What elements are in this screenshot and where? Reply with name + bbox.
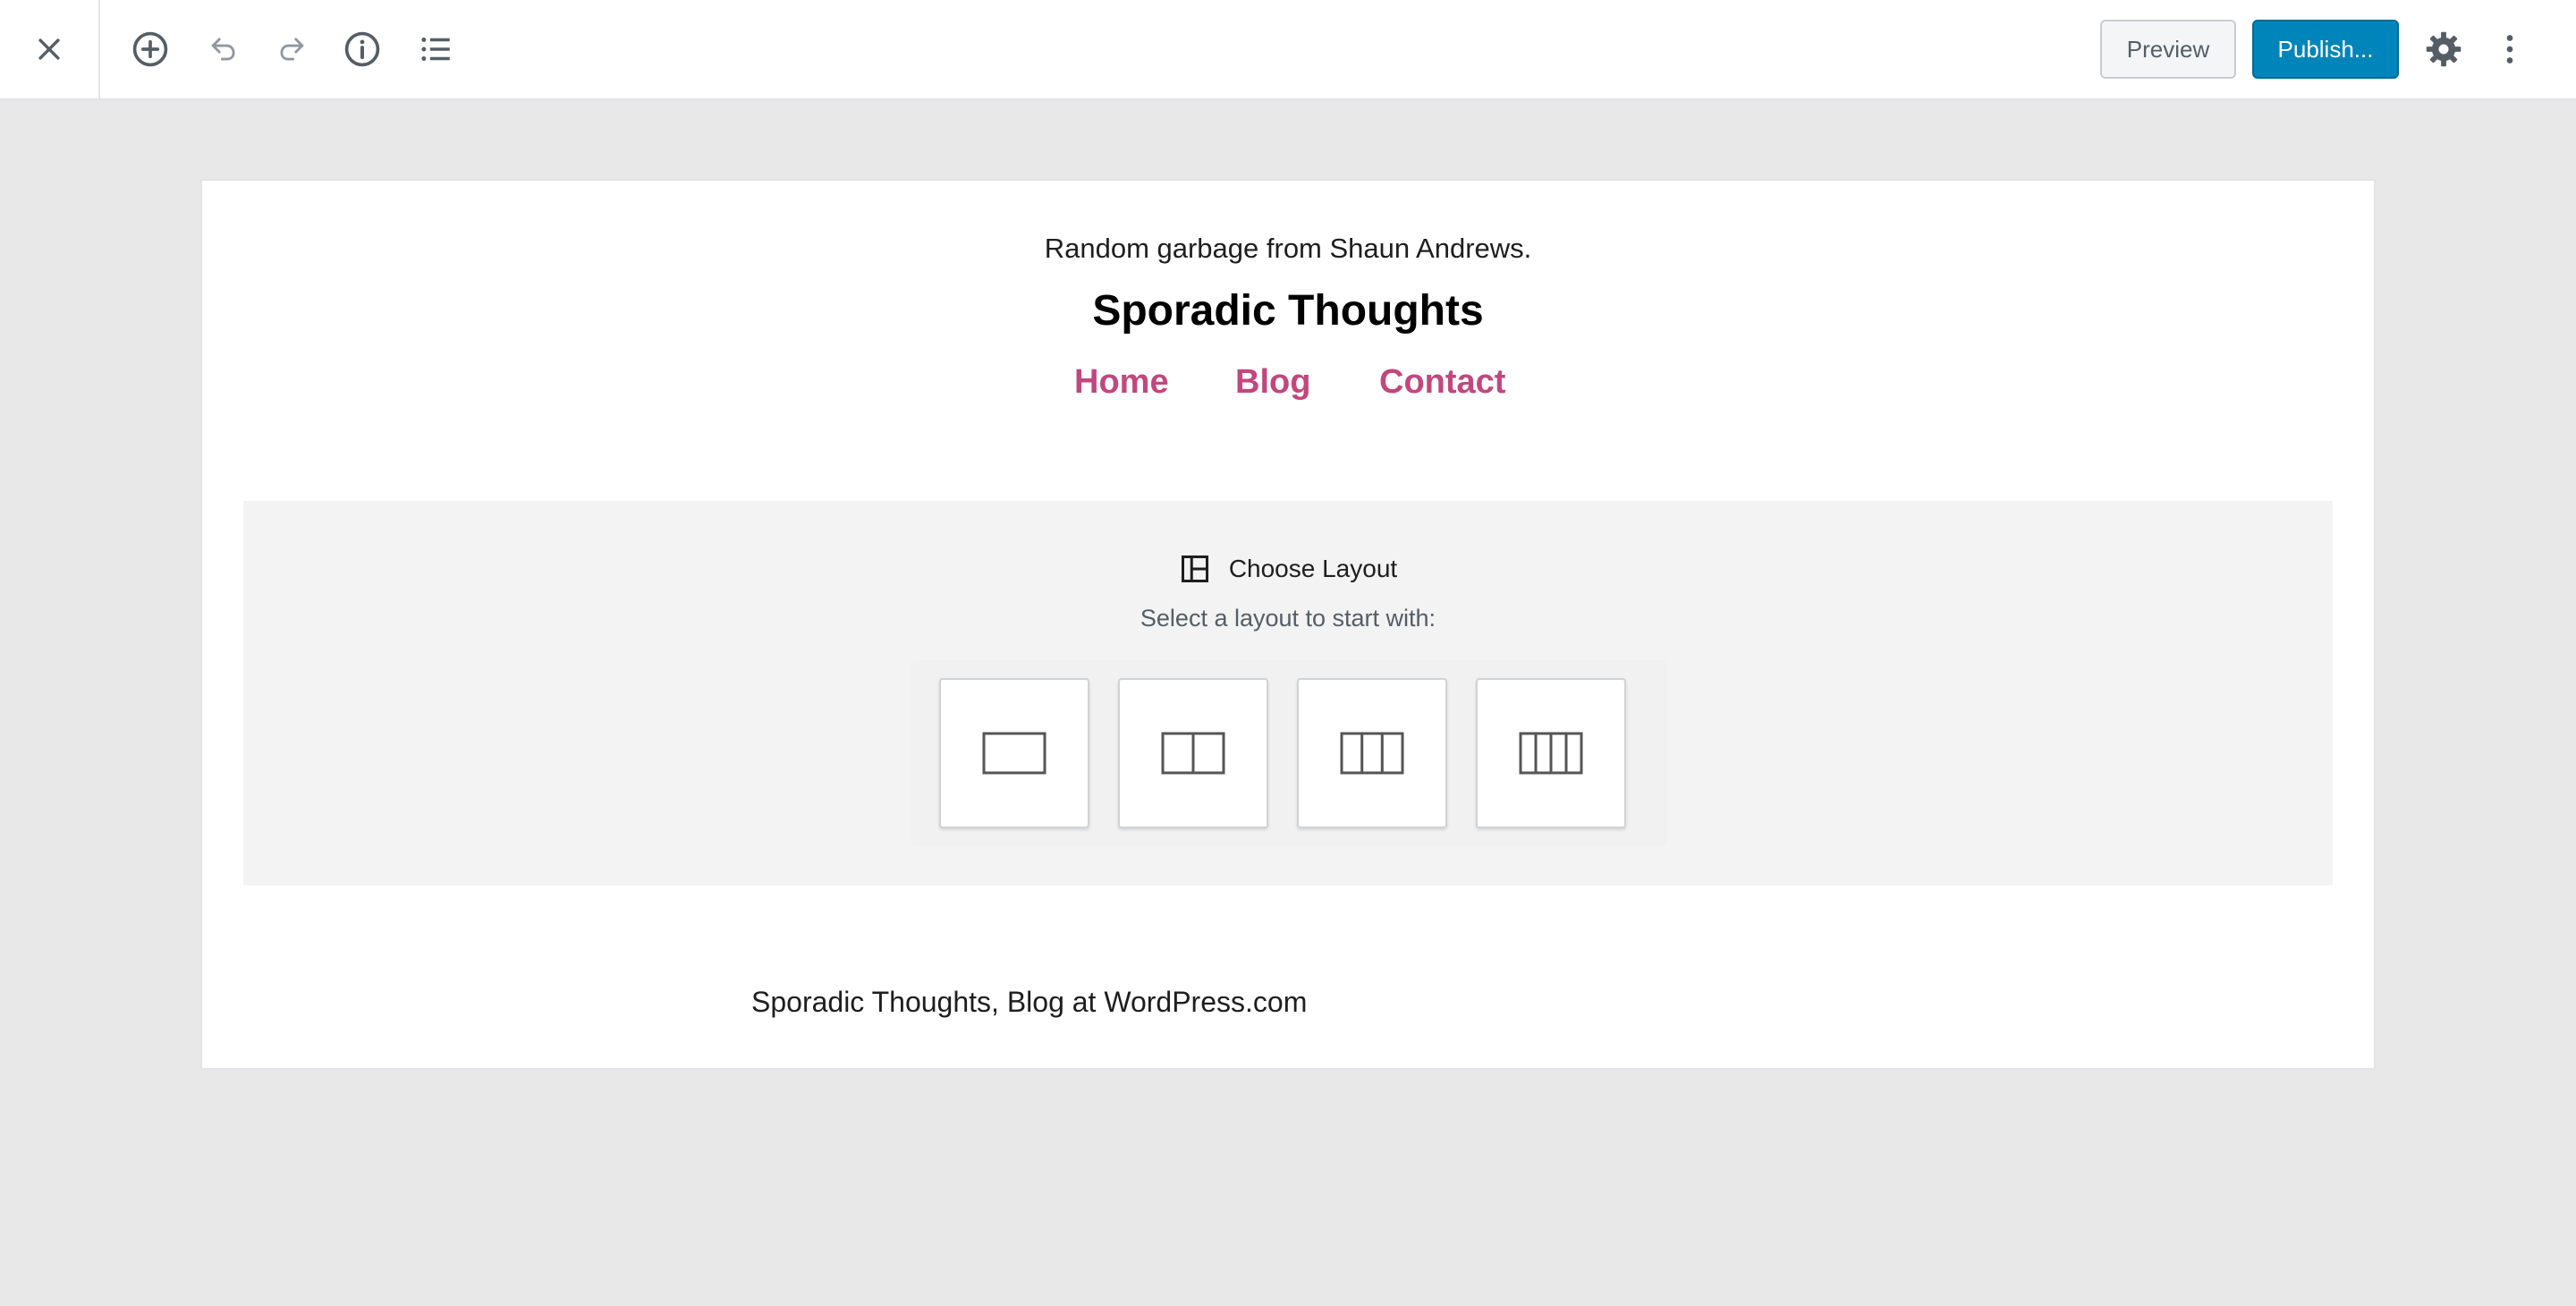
layout-picker-subtitle: Select a layout to start with: bbox=[1140, 605, 1436, 632]
two-columns-icon bbox=[1161, 732, 1225, 775]
more-vertical-icon bbox=[2506, 35, 2513, 64]
plus-circle-icon bbox=[132, 31, 168, 67]
gear-icon bbox=[2426, 31, 2462, 67]
editor-toolbar: Preview Publish... bbox=[0, 0, 2576, 100]
layout-options bbox=[911, 660, 1667, 846]
editor-canvas: Random garbage from Shaun Andrews. Spora… bbox=[200, 179, 2376, 1070]
layout-option-one-column[interactable] bbox=[939, 678, 1089, 828]
redo-button[interactable] bbox=[265, 22, 318, 76]
layout-option-three-columns[interactable] bbox=[1297, 678, 1447, 828]
nav-link-contact[interactable]: Contact bbox=[1379, 363, 1505, 402]
four-columns-icon bbox=[1519, 732, 1583, 775]
one-column-icon bbox=[982, 732, 1046, 775]
block-navigation-button[interactable] bbox=[409, 22, 462, 76]
undo-icon bbox=[211, 38, 235, 61]
settings-button[interactable] bbox=[2417, 22, 2470, 76]
layout-picker-block: Choose Layout Select a layout to start w… bbox=[243, 501, 2333, 886]
info-icon bbox=[344, 31, 380, 67]
layout-picker-header: Choose Layout bbox=[243, 553, 2333, 585]
nav-link-home[interactable]: Home bbox=[1074, 363, 1169, 402]
redo-icon bbox=[280, 38, 304, 61]
preview-button[interactable]: Preview bbox=[2100, 20, 2236, 79]
nav-link-blog[interactable]: Blog bbox=[1235, 363, 1310, 402]
layout-option-two-columns[interactable] bbox=[1118, 678, 1268, 828]
site-footer: Sporadic Thoughts, Blog at WordPress.com bbox=[751, 986, 1308, 1018]
publish-button[interactable]: Publish... bbox=[2252, 20, 2399, 79]
layout-icon bbox=[1181, 555, 1208, 582]
close-button[interactable] bbox=[0, 0, 100, 98]
site-tagline: Random garbage from Shaun Andrews. bbox=[1044, 233, 1532, 264]
undo-button[interactable] bbox=[197, 22, 250, 76]
more-options-button[interactable] bbox=[2483, 22, 2537, 76]
close-icon bbox=[38, 38, 60, 60]
three-columns-icon bbox=[1340, 732, 1404, 775]
layout-option-four-columns[interactable] bbox=[1476, 678, 1626, 828]
info-button[interactable] bbox=[335, 22, 389, 76]
add-block-button[interactable] bbox=[123, 22, 177, 76]
list-icon bbox=[421, 38, 450, 61]
site-title: Sporadic Thoughts bbox=[1092, 287, 1484, 335]
layout-picker-title: Choose Layout bbox=[1228, 555, 1398, 582]
